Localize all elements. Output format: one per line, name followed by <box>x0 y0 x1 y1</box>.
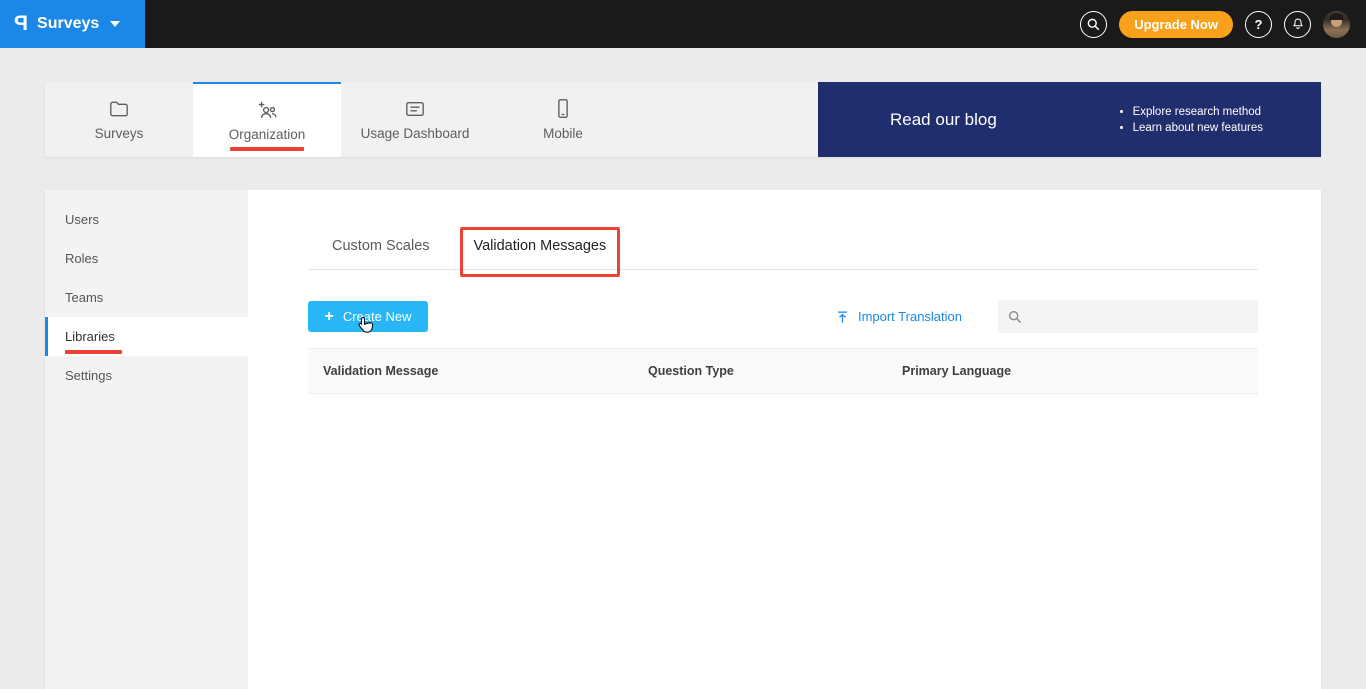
tab-label: Usage Dashboard <box>360 126 470 141</box>
dashboard-icon <box>404 98 426 120</box>
tab-mobile[interactable]: Mobile <box>489 82 637 157</box>
table-search[interactable] <box>998 300 1258 333</box>
column-primary-language: Primary Language <box>902 364 1012 378</box>
sidebar-item-roles[interactable]: Roles <box>45 239 248 278</box>
people-add-icon <box>255 99 279 121</box>
help-button[interactable]: ? <box>1245 10 1272 38</box>
avatar[interactable] <box>1323 10 1350 38</box>
upgrade-now-button[interactable]: Upgrade Now <box>1119 10 1233 38</box>
product-switcher[interactable]: P Surveys <box>0 0 145 48</box>
tab-surveys[interactable]: Surveys <box>45 82 193 157</box>
column-validation-message: Validation Message <box>323 364 439 378</box>
blog-bullet: Learn about new features <box>1133 122 1263 134</box>
tab-label: Mobile <box>543 126 583 141</box>
toolbar: + Create New Import Translation <box>308 300 1258 333</box>
search-icon <box>1008 310 1022 323</box>
libraries-content: Custom Scales Validation Messages + Crea… <box>248 190 1321 689</box>
blog-panel: Read our blog Explore research method Le… <box>818 82 1321 157</box>
search-input[interactable] <box>1030 309 1248 324</box>
product-name: Surveys <box>37 15 100 32</box>
search-icon <box>1087 18 1100 30</box>
tab-validation-messages[interactable]: Validation Messages <box>459 227 621 277</box>
sidebar-item-users[interactable]: Users <box>45 200 248 239</box>
blog-bullet-list: Explore research method Learn about new … <box>1119 102 1263 138</box>
module-nav-card: Surveys Organization Usage Dashboard Mob… <box>45 82 818 157</box>
topbar-actions: Upgrade Now ? <box>1080 10 1366 38</box>
annotation-underline-organization <box>230 147 304 151</box>
settings-sidebar: Users Roles Teams Libraries Settings <box>45 190 248 689</box>
import-translation-link[interactable]: Import Translation <box>835 309 962 325</box>
tab-label: Surveys <box>94 126 144 141</box>
questionpro-logo-icon: P <box>14 12 29 35</box>
sidebar-item-label: Libraries <box>65 329 115 344</box>
module-nav: Surveys Organization Usage Dashboard Mob… <box>45 82 1321 157</box>
create-new-button[interactable]: + Create New <box>308 301 428 332</box>
main-card: Users Roles Teams Libraries Settings Cus… <box>45 190 1321 689</box>
create-new-label: Create New <box>342 309 412 324</box>
annotation-underline-libraries <box>65 350 122 354</box>
notifications-button[interactable] <box>1284 10 1311 38</box>
folder-icon <box>108 98 130 120</box>
bell-icon <box>1292 18 1303 29</box>
chevron-down-icon <box>110 21 121 27</box>
tab-label: Validation Messages <box>473 238 607 254</box>
sidebar-item-settings[interactable]: Settings <box>45 356 248 395</box>
tab-usage-dashboard[interactable]: Usage Dashboard <box>341 82 489 157</box>
column-question-type: Question Type <box>648 364 734 378</box>
table-header: Validation Message Question Type Primary… <box>308 348 1258 394</box>
search-button[interactable] <box>1080 10 1108 38</box>
import-translation-label: Import Translation <box>857 309 962 324</box>
tab-label: Organization <box>228 127 306 142</box>
topbar: P Surveys Upgrade Now ? <box>0 0 1366 48</box>
library-tabs: Custom Scales Validation Messages <box>308 227 1258 277</box>
tab-custom-scales[interactable]: Custom Scales <box>332 232 430 269</box>
blog-bullet: Explore research method <box>1133 106 1263 118</box>
mobile-icon <box>555 98 571 120</box>
import-icon <box>837 310 847 323</box>
plus-icon: + <box>324 307 334 325</box>
blog-title-link[interactable]: Read our blog <box>890 110 997 130</box>
tab-organization[interactable]: Organization <box>193 82 341 157</box>
sidebar-item-teams[interactable]: Teams <box>45 278 248 317</box>
sidebar-item-libraries[interactable]: Libraries <box>45 317 248 356</box>
